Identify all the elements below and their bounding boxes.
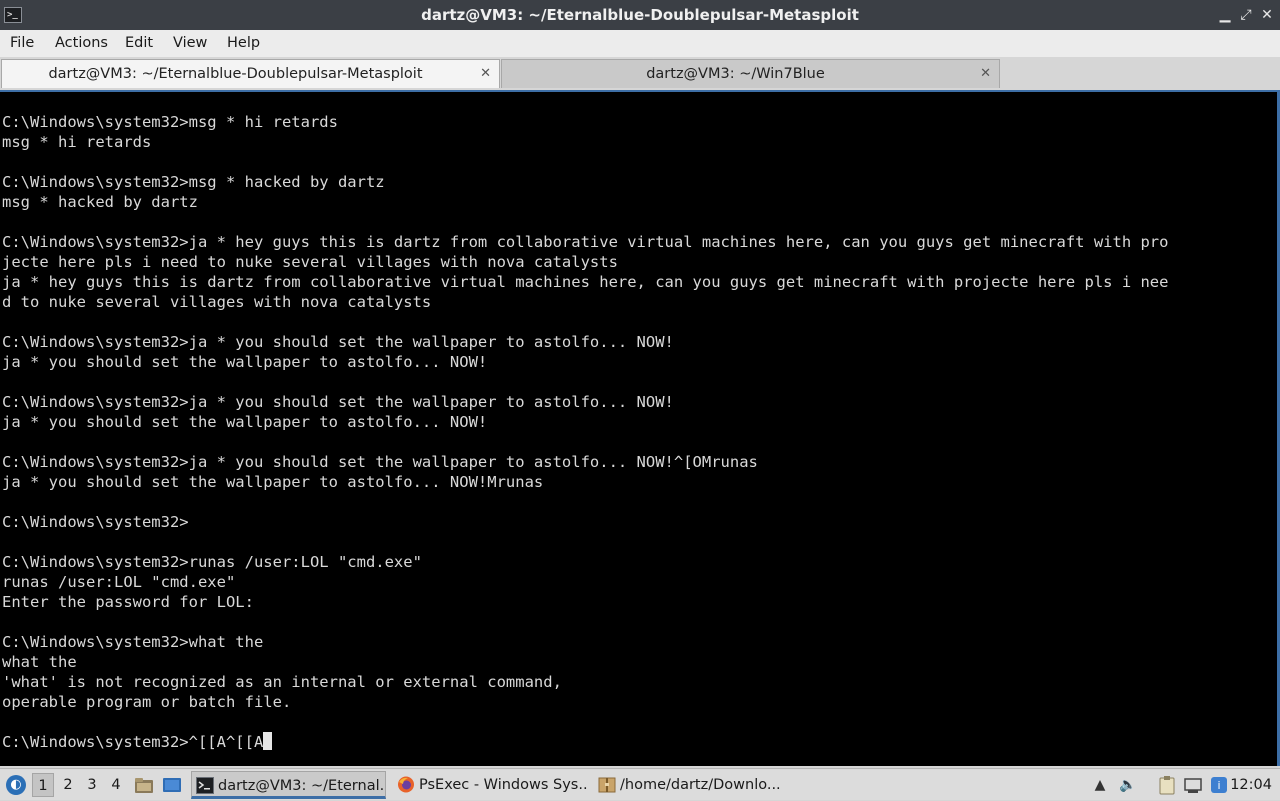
tab-win7blue[interactable]: dartz@VM3: ~/Win7Blue ✕ xyxy=(501,59,1000,88)
maximize-button[interactable]: ⤢ xyxy=(1237,6,1255,24)
menu-bar: File Actions Edit View Help xyxy=(0,30,1280,57)
terminal-output: C:\Windows\system32>msg * hi retards msg … xyxy=(2,112,1168,752)
volume-icon[interactable]: 🔈 xyxy=(1118,775,1138,795)
terminal-line: C:\Windows\system32>ja * you should set … xyxy=(2,333,674,351)
menu-actions[interactable]: Actions xyxy=(55,30,108,57)
app-menu-icon[interactable]: ◐ xyxy=(6,775,26,795)
tray-up-arrow-icon[interactable]: ▲ xyxy=(1090,775,1110,795)
task-terminal[interactable]: dartz@VM3: ~/Eternal... xyxy=(191,771,386,799)
menu-view[interactable]: View xyxy=(173,30,207,57)
update-notifier-icon[interactable]: i xyxy=(1209,775,1229,795)
terminal-line: msg * hacked by dartz xyxy=(2,193,198,211)
terminal-line: msg * hi retards xyxy=(2,133,152,151)
clock[interactable]: 12:04 xyxy=(1230,769,1272,801)
terminal-line: C:\Windows\system32>runas /user:LOL "cmd… xyxy=(2,553,422,571)
terminal-line: ja * you should set the wallpaper to ast… xyxy=(2,473,544,491)
terminal-line: ja * you should set the wallpaper to ast… xyxy=(2,353,488,371)
tab-eternalblue[interactable]: dartz@VM3: ~/Eternalblue-Doublepulsar-Me… xyxy=(1,59,500,88)
terminal-line: runas /user:LOL "cmd.exe" xyxy=(2,573,236,591)
network-icon[interactable] xyxy=(1183,775,1203,795)
tab-close-icon[interactable]: ✕ xyxy=(980,60,991,88)
task-label: /home/dartz/Downlo... xyxy=(620,777,781,793)
text-cursor xyxy=(263,732,273,750)
menu-file[interactable]: File xyxy=(10,30,34,57)
terminal-line: C:\Windows\system32>msg * hacked by dart… xyxy=(2,173,385,191)
task-label: dartz@VM3: ~/Eternal... xyxy=(218,778,386,794)
minimize-button[interactable]: ▁ xyxy=(1216,6,1234,24)
terminal-line: ja * you should set the wallpaper to ast… xyxy=(2,413,488,431)
terminal-line: C:\Windows\system32>ja * you should set … xyxy=(2,453,758,471)
file-manager-icon[interactable] xyxy=(134,775,154,795)
window-title: dartz@VM3: ~/Eternalblue-Doublepulsar-Me… xyxy=(421,6,859,24)
terminal-line: C:\Windows\system32>ja * you should set … xyxy=(2,393,674,411)
terminal-line: jecte here pls i need to nuke several vi… xyxy=(2,253,618,271)
menu-help[interactable]: Help xyxy=(227,30,260,57)
terminal-line: C:\Windows\system32>ja * hey guys this i… xyxy=(2,233,1169,251)
archive-icon xyxy=(598,777,616,793)
clipboard-icon[interactable] xyxy=(1157,775,1177,795)
terminal-line: C:\Windows\system32> xyxy=(2,513,189,531)
tab-label: dartz@VM3: ~/Win7Blue xyxy=(646,66,825,82)
terminal-prompt-line[interactable]: C:\Windows\system32>^[[A^[[A xyxy=(2,732,1168,752)
terminal-line: 'what' is not recognized as an internal … xyxy=(2,673,562,691)
terminal-line: what the xyxy=(2,653,77,671)
terminal-line: operable program or batch file. xyxy=(2,693,292,711)
taskbar: ◐ 1 2 3 4 dartz@VM3: ~/Eternal... PsExec… xyxy=(0,768,1280,800)
close-button[interactable]: ✕ xyxy=(1258,6,1276,24)
terminal-line: C:\Windows\system32>what the xyxy=(2,633,264,651)
tab-label: dartz@VM3: ~/Eternalblue-Doublepulsar-Me… xyxy=(48,66,423,82)
workspace-3[interactable]: 3 xyxy=(81,773,103,797)
tab-bar: dartz@VM3: ~/Eternalblue-Doublepulsar-Me… xyxy=(0,57,1280,89)
show-desktop-icon[interactable] xyxy=(162,775,182,795)
title-bar: >_ dartz@VM3: ~/Eternalblue-Doublepulsar… xyxy=(0,0,1280,30)
terminal-line: d to nuke several villages with nova cat… xyxy=(2,293,432,311)
firefox-icon xyxy=(398,776,414,793)
task-label: PsExec - Windows Sys... xyxy=(419,777,588,793)
menu-edit[interactable]: Edit xyxy=(125,30,153,57)
terminal-line: Enter the password for LOL: xyxy=(2,593,254,611)
task-archive[interactable]: /home/dartz/Downlo... xyxy=(594,771,789,799)
prompt-text: C:\Windows\system32>^[[A^[[A xyxy=(2,733,264,751)
terminal-icon xyxy=(196,777,214,794)
workspace-2[interactable]: 2 xyxy=(57,773,79,797)
tab-close-icon[interactable]: ✕ xyxy=(480,60,491,88)
workspace-1[interactable]: 1 xyxy=(32,773,54,797)
task-firefox[interactable]: PsExec - Windows Sys... xyxy=(393,771,588,799)
workspace-4[interactable]: 4 xyxy=(105,773,127,797)
terminal-line: ja * hey guys this is dartz from collabo… xyxy=(2,273,1169,291)
terminal-line: C:\Windows\system32>msg * hi retards xyxy=(2,113,338,131)
svg-text:i: i xyxy=(1217,779,1220,792)
terminal-view[interactable]: C:\Windows\system32>msg * hi retards msg … xyxy=(0,90,1280,766)
